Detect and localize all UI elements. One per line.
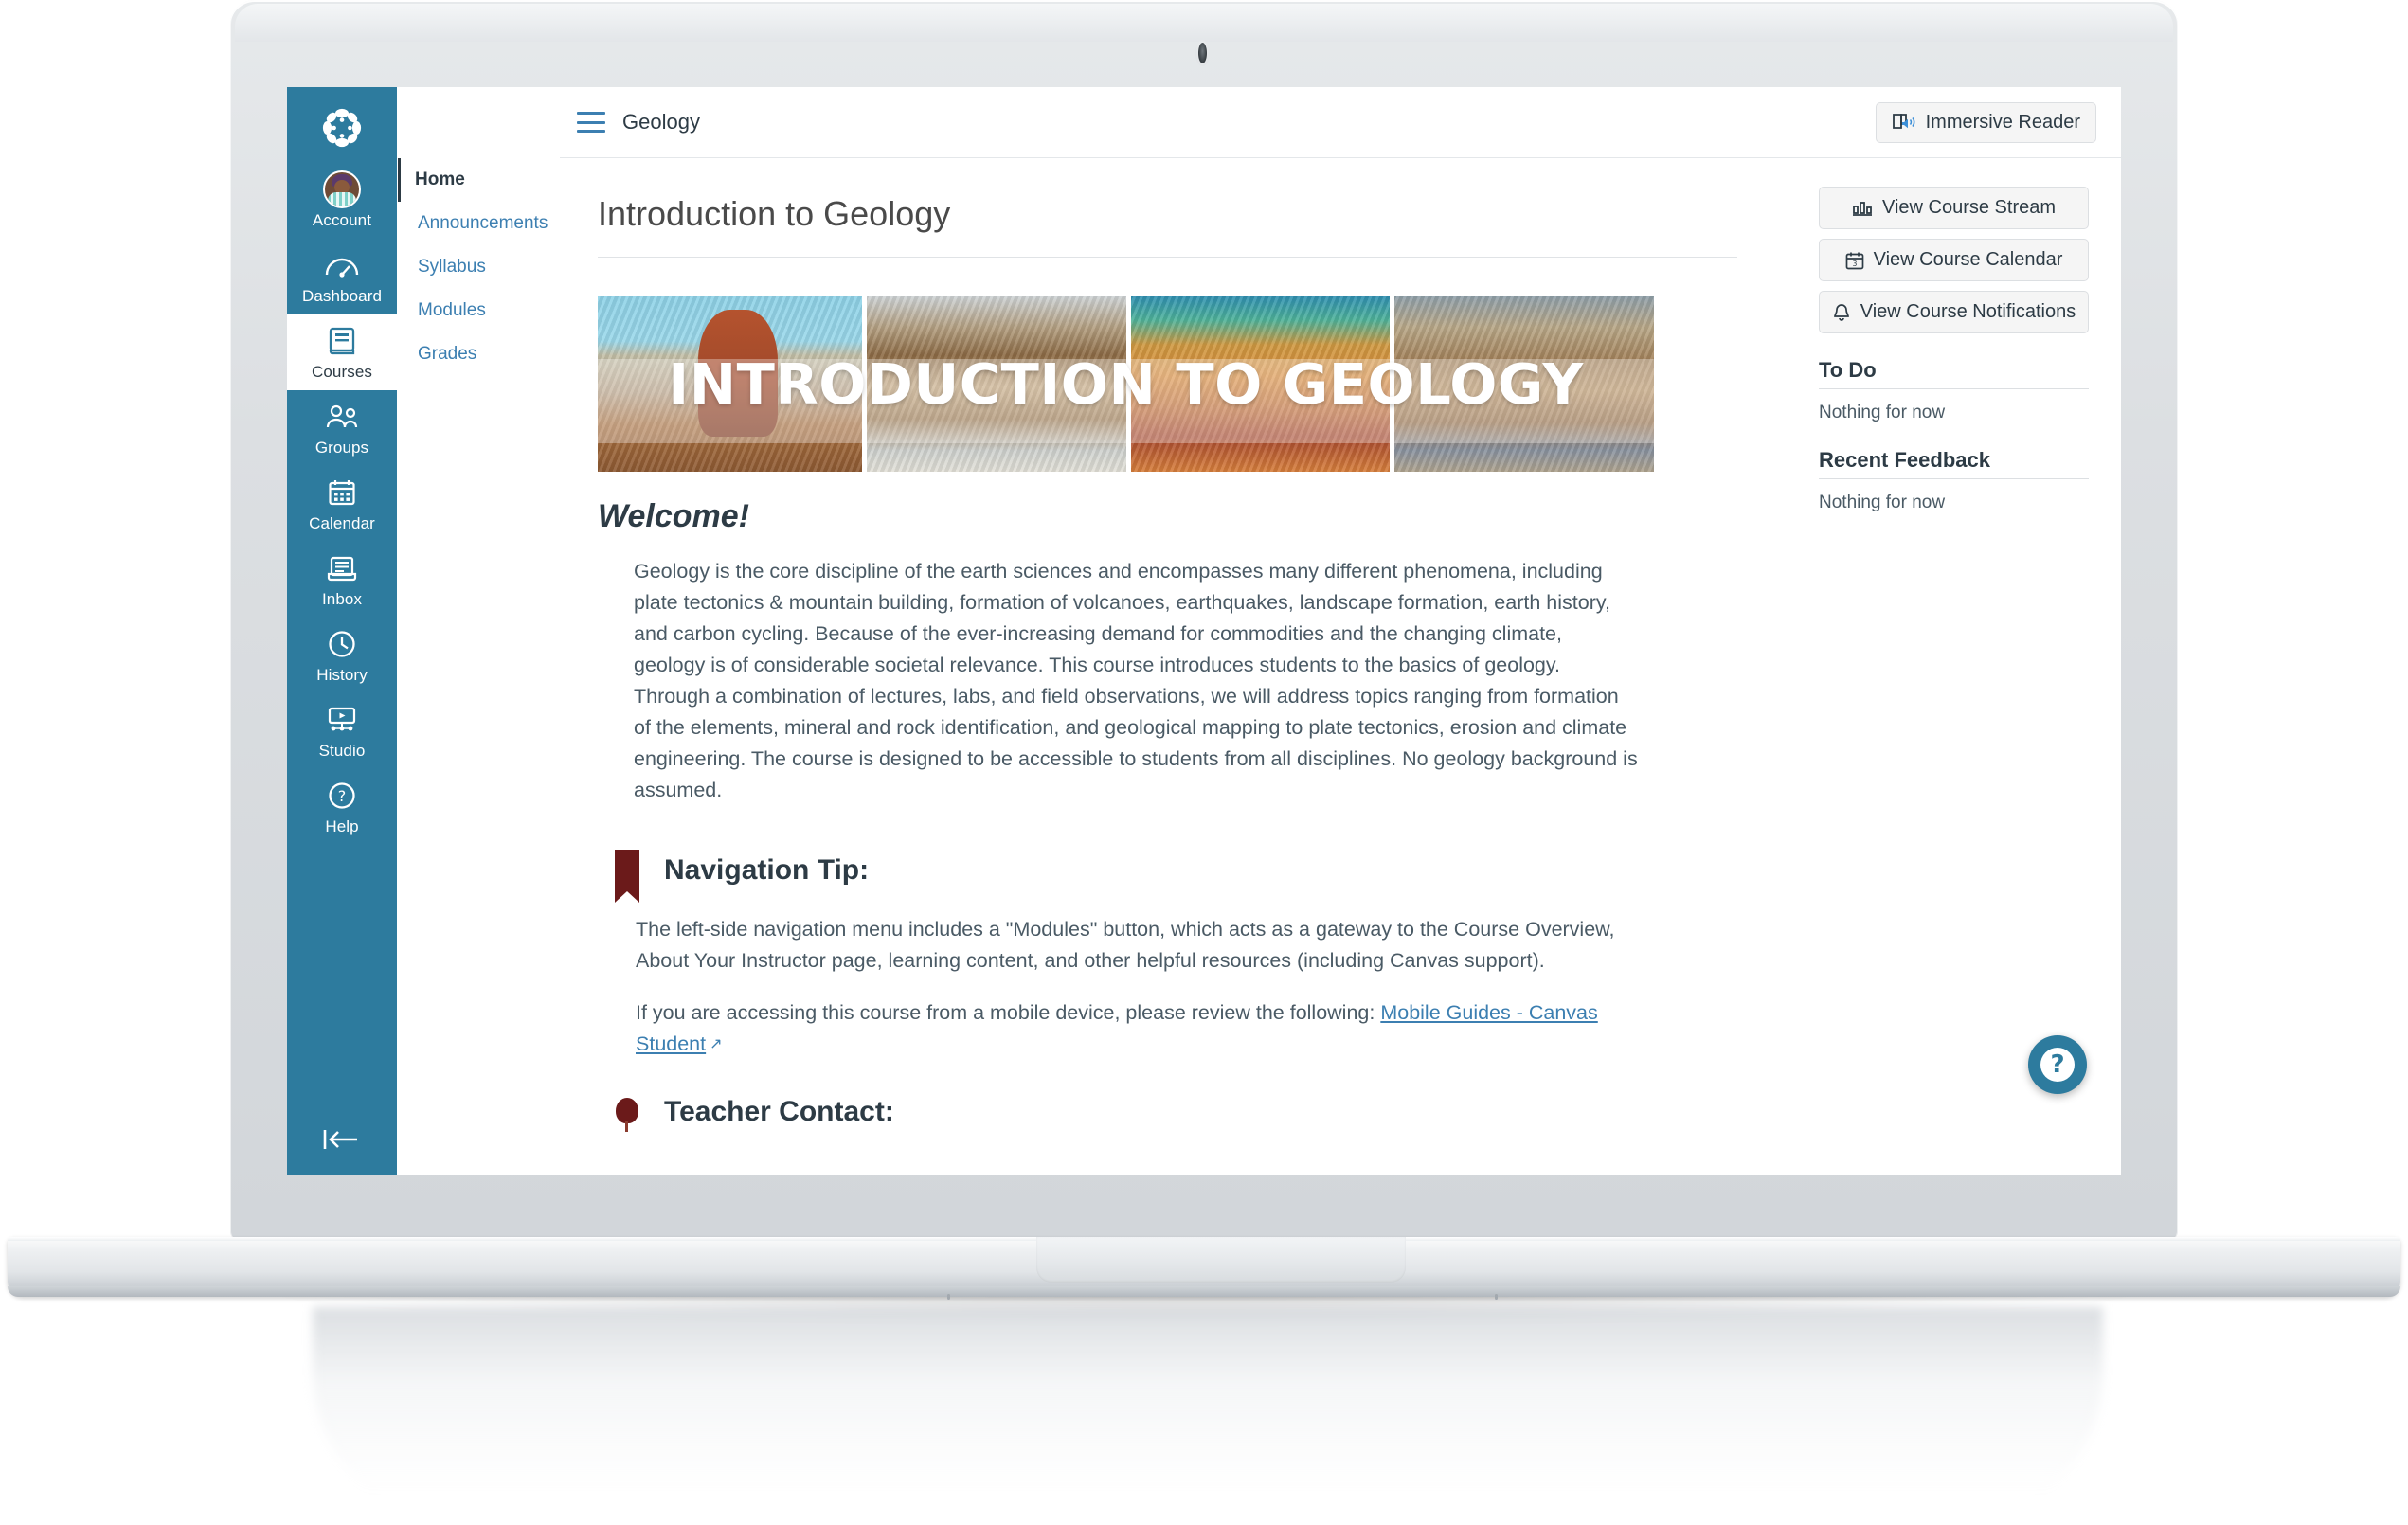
course-navigation-menu: Home Announcements Syllabus Modules Grad…: [397, 87, 560, 1175]
courses-book-icon: [327, 323, 357, 359]
bookmark-ribbon-icon: [615, 850, 639, 903]
sidebar-item-help[interactable]: ? Help: [287, 769, 397, 845]
clock-icon: [328, 626, 356, 662]
sidebar-item-label: Courses: [311, 363, 372, 381]
title-divider: [598, 257, 1737, 258]
breadcrumb[interactable]: Geology: [622, 110, 700, 135]
svg-text:3: 3: [1852, 260, 1857, 268]
sidebar-item-label: Studio: [318, 742, 366, 760]
sidebar-item-label: Groups: [314, 439, 369, 457]
immersive-reader-label: Immersive Reader: [1925, 111, 2080, 133]
navigation-tip-heading: Navigation Tip:: [664, 854, 870, 886]
avatar-icon: [323, 170, 361, 208]
map-pin-icon: [615, 1098, 639, 1132]
device-reflection: [313, 1307, 2103, 1525]
sidebar-item-label: Help: [325, 817, 359, 835]
laptop-device-mockup: Account Dashboard Courses Groups Calenda…: [0, 0, 2408, 1525]
question-circle-icon: ?: [328, 778, 356, 814]
base-bottom-seam: [8, 1286, 2400, 1297]
todo-heading: To Do: [1819, 358, 1877, 382]
navigation-tip-paragraph-1: The left-side navigation menu includes a…: [636, 918, 1615, 972]
rail-button-label: View Course Stream: [1881, 197, 2057, 218]
collapse-left-arrow-icon[interactable]: [287, 1127, 397, 1152]
course-home-right-sidebar: View Course Stream 3 View Course Calenda…: [1794, 158, 2121, 1175]
view-course-stream-button[interactable]: View Course Stream: [1819, 187, 2089, 229]
topbar-actions: Immersive Reader: [1875, 101, 2121, 143]
studio-screen-icon: [326, 702, 358, 738]
sidebar-item-courses[interactable]: Courses: [287, 314, 397, 390]
main-column: Geology Immersive Reader Introduction to…: [560, 87, 2121, 1175]
lid-top-highlight: [235, 4, 2173, 42]
help-fab[interactable]: ?: [2028, 1035, 2087, 1094]
canvas-app: Account Dashboard Courses Groups Calenda…: [287, 87, 2121, 1175]
bar-chart-icon: [1852, 200, 1873, 217]
global-navigation-sidebar: Account Dashboard Courses Groups Calenda…: [287, 87, 397, 1175]
rail-button-label: View Course Calendar: [1873, 249, 2063, 270]
immersive-reader-button[interactable]: Immersive Reader: [1875, 101, 2096, 143]
todo-empty-text: Nothing for now: [1819, 403, 1946, 422]
calendar-icon: [328, 475, 356, 511]
sidebar-item-calendar[interactable]: Calendar: [287, 466, 397, 542]
view-course-calendar-button[interactable]: 3 View Course Calendar: [1819, 239, 2089, 281]
immersive-reader-book-icon: [1892, 112, 1916, 133]
course-nav-item-announcements[interactable]: Announcements: [401, 202, 560, 245]
groups-people-icon: [324, 399, 360, 435]
sidebar-item-label: Inbox: [321, 590, 363, 608]
base-foot: [947, 1294, 950, 1300]
teacher-contact-heading-row: Teacher Contact:: [615, 1096, 1737, 1132]
todo-divider: [1819, 388, 2089, 389]
course-nav-item-syllabus[interactable]: Syllabus: [401, 245, 560, 289]
page-content: Introduction to Geology INTRODUCTION TO: [560, 158, 1794, 1175]
hamburger-menu-icon[interactable]: [577, 112, 605, 133]
teacher-contact-heading: Teacher Contact:: [664, 1096, 894, 1127]
welcome-heading: Welcome!: [598, 498, 749, 534]
nav-tip-prefix-text: If you are accessing this course from a …: [636, 1001, 1381, 1024]
recent-feedback-divider: [1819, 478, 2089, 479]
svg-text:?: ?: [338, 787, 347, 805]
sidebar-item-studio[interactable]: Studio: [287, 693, 397, 769]
sidebar-item-label: Dashboard: [301, 287, 383, 305]
webcam-icon: [1198, 43, 1207, 63]
canvas-logo[interactable]: [320, 106, 364, 150]
course-nav-item-modules[interactable]: Modules: [401, 289, 560, 332]
course-nav-item-home[interactable]: Home: [398, 158, 560, 202]
top-breadcrumb-bar: Geology Immersive Reader: [560, 87, 2121, 158]
navigation-tip-paragraph-2: If you are accessing this course from a …: [636, 997, 1621, 1060]
external-link-icon: ↗: [710, 1036, 723, 1052]
banner-title-text: INTRODUCTION TO GEOLOGY: [668, 350, 1584, 417]
rail-button-label: View Course Notifications: [1860, 301, 2076, 322]
question-mark-icon: ?: [2040, 1048, 2075, 1082]
course-banner-image: INTRODUCTION TO GEOLOGY: [598, 296, 1654, 472]
course-nav-item-grades[interactable]: Grades: [401, 332, 560, 376]
sidebar-item-label: Account: [312, 211, 372, 229]
base-open-notch: [1036, 1237, 1406, 1283]
sidebar-item-account[interactable]: Account: [287, 163, 397, 239]
sidebar-item-label: Calendar: [309, 514, 375, 532]
sidebar-item-dashboard[interactable]: Dashboard: [287, 239, 397, 314]
page-title: Introduction to Geology: [598, 194, 951, 233]
sidebar-item-label: History: [316, 666, 368, 684]
sidebar-item-inbox[interactable]: Inbox: [287, 542, 397, 618]
intro-paragraph: Geology is the core discipline of the ea…: [634, 560, 1638, 801]
view-course-notifications-button[interactable]: View Course Notifications: [1819, 291, 2089, 333]
dashboard-icon: [325, 247, 359, 283]
navigation-tip-heading-row: Navigation Tip:: [615, 850, 1737, 903]
recent-feedback-empty-text: Nothing for now: [1819, 493, 1946, 512]
bell-icon: [1832, 303, 1851, 322]
recent-feedback-heading: Recent Feedback: [1819, 448, 1990, 472]
inbox-envelope-icon: [327, 550, 357, 586]
sidebar-item-groups[interactable]: Groups: [287, 390, 397, 466]
laptop-screen: Account Dashboard Courses Groups Calenda…: [287, 87, 2121, 1175]
content-row: Introduction to Geology INTRODUCTION TO: [560, 158, 2121, 1175]
calendar-day-icon: 3: [1845, 251, 1864, 270]
base-foot: [1495, 1294, 1498, 1300]
sidebar-item-history[interactable]: History: [287, 618, 397, 693]
